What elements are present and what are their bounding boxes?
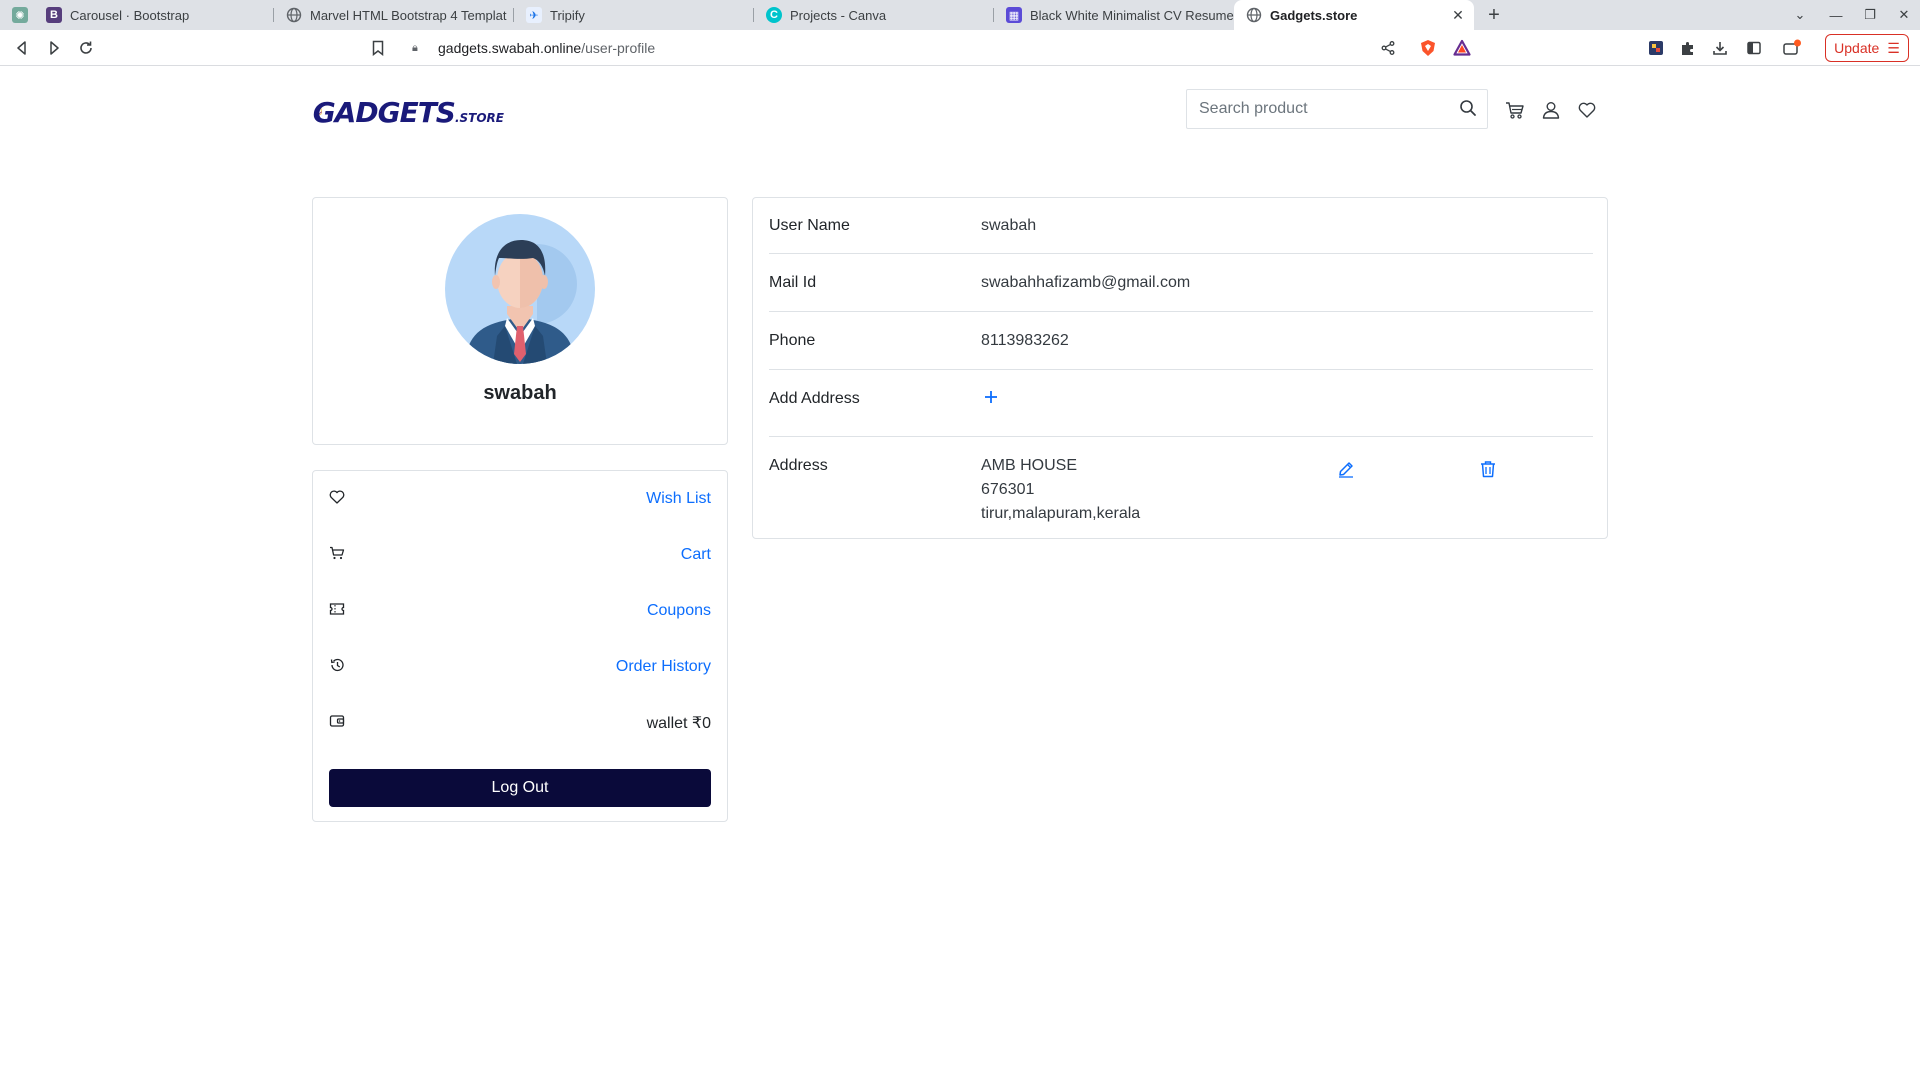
search-bar [1186,89,1488,129]
tab-marvel[interactable]: Marvel HTML Bootstrap 4 Templat [274,0,514,30]
phone-value: 8113983262 [981,332,1069,349]
close-tab-icon[interactable]: ✕ [1450,7,1466,23]
wallet-icon [329,714,345,733]
site-logo[interactable]: GADGETS .STORE [312,87,504,137]
profile-name: swabah [483,382,557,404]
globe-icon [286,7,302,23]
header-user-icon[interactable] [1540,99,1562,121]
avatar [445,214,595,364]
mail-value: swabahhafizamb@gmail.com [981,274,1191,291]
search-icon[interactable] [1459,99,1477,122]
update-label: Update [1834,40,1880,56]
brave-rewards-icon[interactable] [1450,36,1474,60]
download-icon[interactable] [1708,36,1732,60]
tripify-icon: ✈ [526,7,542,23]
address-line-3: tirur,malapuram,kerala [981,505,1141,522]
share-icon[interactable] [1376,36,1400,60]
detail-row-add-address: Add Address [769,371,1593,437]
tab-cv-resume[interactable]: ▦ Black White Minimalist CV Resume [994,0,1234,30]
page-content: GADGETS .STORE Search product swabah Wis… [0,67,1920,1080]
address-block: AMB HOUSE 676301 tirur,malapuram,kerala [981,454,1140,526]
header-heart-icon[interactable] [1576,99,1598,121]
logo-subtext: .STORE [454,111,504,125]
coupon-icon [329,602,345,621]
address-label: Address [769,457,828,474]
profile-card: swabah [312,197,728,445]
url-path: /user-profile [581,40,656,56]
brave-shield-icon[interactable] [1416,36,1440,60]
hamburger-menu-icon: ☰ [1887,39,1900,56]
tab-chatgpt[interactable]: ✺ [0,0,34,30]
wallet-notification-icon[interactable] [1780,36,1804,60]
address-bar[interactable]: 🔒︎ gadgets.swabah.online /user-profile [398,34,1478,62]
detail-row-phone: Phone 8113983262 [769,313,1593,370]
search-input[interactable] [1187,100,1437,118]
address-line-1: AMB HOUSE [981,457,1078,474]
detail-row-address: Address AMB HOUSE 676301 tirur,malapuram… [769,438,1593,538]
browser-tabstrip: ✺ B Carousel · Bootstrap Marvel HTML Boo… [0,0,1920,30]
add-address-label: Add Address [769,390,860,407]
tab-tripify[interactable]: ✈ Tripify [514,0,754,30]
user-details-card: User Name swabah Mail Id swabahhafizamb@… [752,197,1608,539]
chatgpt-icon: ✺ [12,7,28,23]
sidebar-toggle-icon[interactable] [1742,36,1766,60]
tab-search-chevron-icon[interactable]: ⌄ [1788,5,1812,25]
account-menu-card: Wish List Cart Coupons Order History wal… [312,470,728,822]
reload-icon[interactable] [74,36,98,60]
edit-address-icon[interactable] [1335,458,1357,480]
add-address-plus-icon[interactable] [981,387,1001,407]
delete-address-icon[interactable] [1477,458,1499,480]
wishlist-link[interactable]: Wish List [646,490,711,508]
coupons-link[interactable]: Coupons [647,602,711,620]
lock-icon: 🔒︎ [412,41,418,54]
menu-item-coupons[interactable]: Coupons [329,596,711,626]
extensions-puzzle-icon[interactable] [1676,36,1700,60]
update-button[interactable]: Update ☰ [1825,34,1909,62]
menu-item-cart[interactable]: Cart [329,540,711,570]
tab-canva-projects[interactable]: C Projects - Canva [754,0,994,30]
order-history-link[interactable]: Order History [616,658,711,676]
logout-button[interactable]: Log Out [329,769,711,807]
detail-row-mail: Mail Id swabahhafizamb@gmail.com [769,255,1593,312]
forward-icon[interactable] [42,36,66,60]
bookmark-icon[interactable] [366,36,390,60]
minimize-icon[interactable]: — [1824,5,1848,25]
cart-link[interactable]: Cart [681,546,711,564]
globe-icon [1246,7,1262,23]
logo-text: GADGETS [312,95,456,129]
wallet-balance: wallet ₹0 [646,715,711,732]
menu-item-wishlist[interactable]: Wish List [329,484,711,514]
bootstrap-icon: B [46,7,62,23]
header-cart-icon[interactable] [1504,99,1526,121]
canva-doc-icon: ▦ [1006,7,1022,23]
mail-label: Mail Id [769,274,817,291]
back-icon[interactable] [10,36,34,60]
canva-icon: C [766,7,782,23]
tab-carousel-bootstrap[interactable]: B Carousel · Bootstrap [34,0,274,30]
phone-label: Phone [769,332,816,349]
browser-toolbar: 🔒︎ gadgets.swabah.online /user-profile U… [0,30,1920,66]
history-icon [329,657,345,678]
new-tab-button[interactable]: + [1482,3,1506,27]
menu-item-order-history[interactable]: Order History [329,652,711,682]
username-label: User Name [769,217,850,234]
restore-icon[interactable]: ❐ [1858,5,1882,25]
address-line-2: 676301 [981,481,1035,498]
url-host: gadgets.swabah.online [438,40,582,56]
tab-gadgets-store[interactable]: Gadgets.store ✕ [1234,0,1474,30]
username-value: swabah [981,217,1037,234]
window-close-icon[interactable]: ✕ [1892,5,1916,25]
cart-icon [329,546,345,565]
menu-item-wallet[interactable]: wallet ₹0 [329,708,711,738]
heart-icon [329,490,345,509]
detail-row-username: User Name swabah [769,198,1593,254]
extension-app-icon[interactable] [1644,36,1668,60]
